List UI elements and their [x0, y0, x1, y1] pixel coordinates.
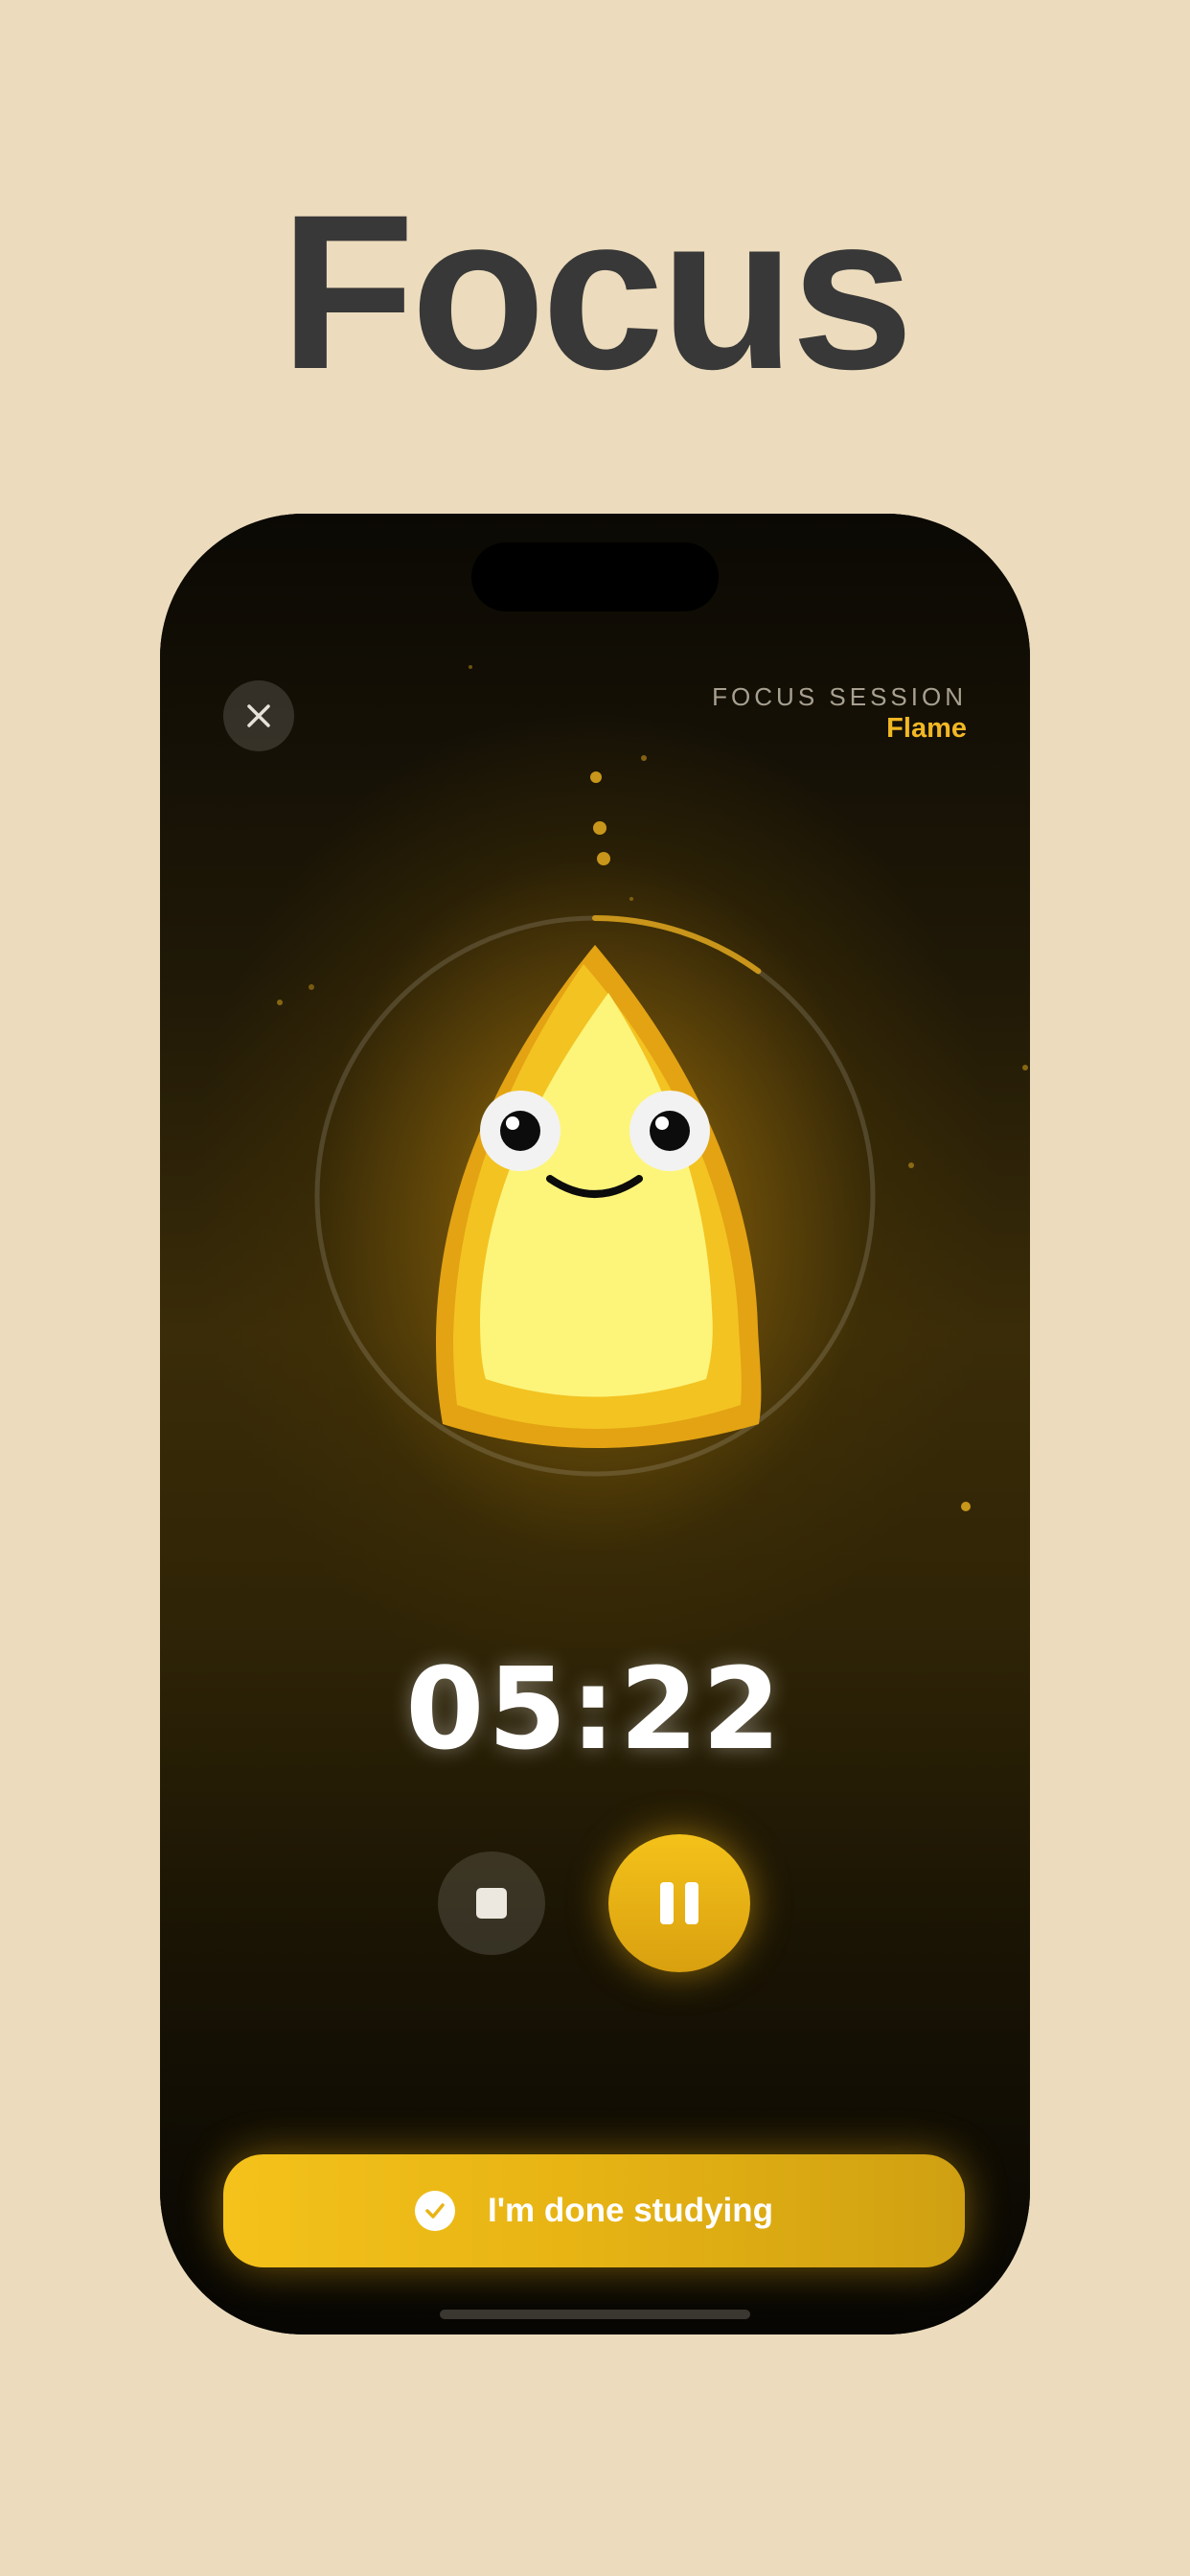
pause-icon [660, 1882, 698, 1924]
pause-button[interactable] [608, 1834, 750, 1972]
flame-mascot [436, 945, 762, 1448]
home-indicator [440, 2310, 750, 2319]
done-studying-button[interactable]: I'm done studying [223, 2154, 965, 2267]
left-eye [480, 1091, 561, 1171]
session-label: FOCUS SESSION [712, 682, 967, 711]
progress-ring-fill [592, 915, 762, 975]
checkmark-icon [414, 2191, 455, 2231]
right-eye [629, 1091, 710, 1171]
stop-button[interactable] [438, 1852, 545, 1955]
timer-display: 05:22 [405, 1643, 785, 1775]
dynamic-island [471, 542, 719, 611]
page-headline: Focus [280, 169, 913, 415]
done-studying-label: I'm done studying [487, 2192, 774, 2229]
phone-frame: FOCUS SESSION Flame 05:22 I'm done study… [160, 514, 1030, 2334]
close-icon [247, 704, 270, 727]
stop-icon [476, 1888, 507, 1919]
session-name: Flame [886, 713, 967, 744]
close-button[interactable] [223, 680, 294, 751]
